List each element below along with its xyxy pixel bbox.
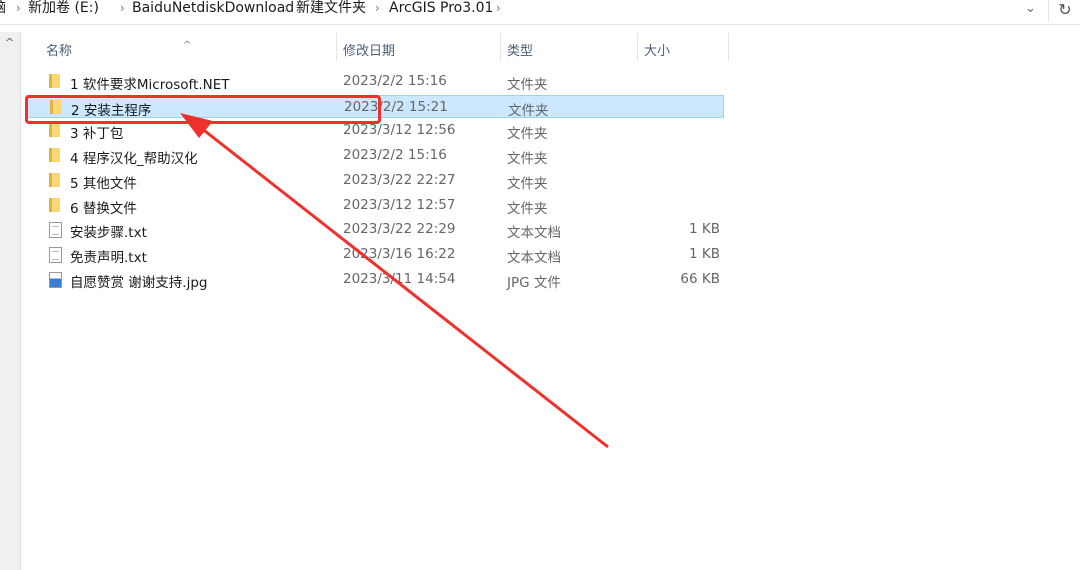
annotation-arrow (180, 113, 609, 449)
